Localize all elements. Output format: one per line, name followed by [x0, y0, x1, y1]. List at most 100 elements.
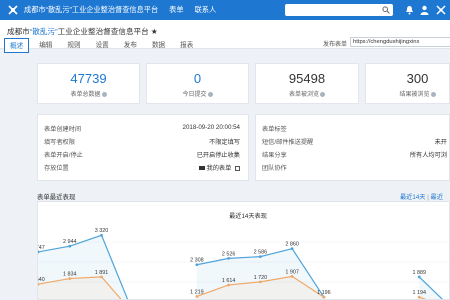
- search-icon[interactable]: [382, 6, 390, 14]
- stat-today-label: 今日提交: [147, 89, 248, 98]
- nav-forms[interactable]: 表单: [169, 5, 183, 15]
- form-title-prefix: 成都市: [7, 27, 30, 36]
- edit-icon[interactable]: [235, 165, 240, 171]
- tab-publish[interactable]: 发布: [119, 38, 142, 53]
- info-label-share: 结果分享: [262, 152, 287, 159]
- data-point[interactable]: [227, 256, 231, 260]
- info-value-notify[interactable]: 未开: [435, 137, 447, 146]
- info-value-permission[interactable]: 不限定填写: [209, 137, 240, 146]
- app-title: 成都市“散乱污”工业企业整治督查信息平台: [24, 5, 159, 14]
- data-label: 1 614: [222, 278, 236, 284]
- stat-views-label: 表单被浏览: [256, 89, 358, 98]
- stat-result-views-value: 300: [406, 71, 429, 86]
- help-icon[interactable]: [320, 91, 325, 97]
- data-point[interactable]: [417, 275, 421, 279]
- stat-result-views-label: 结果被浏览: [366, 89, 449, 98]
- data-label: 2 308: [190, 258, 204, 264]
- help-icon[interactable]: [430, 91, 436, 97]
- data-label: 1 907: [285, 269, 299, 275]
- chart-title: 最近14天表现: [229, 212, 267, 220]
- stat-views-value: 95498: [288, 71, 326, 86]
- help-icon[interactable]: [101, 91, 107, 97]
- stat-total-label-text: 表单总数据: [70, 92, 101, 98]
- data-point[interactable]: [227, 283, 231, 287]
- data-label: 1 196: [317, 290, 331, 296]
- info-value-share[interactable]: 所有人均可浏: [410, 150, 447, 159]
- tab-reports[interactable]: 报表: [175, 38, 198, 53]
- stat-card-result-views: 300 结果被浏览: [365, 63, 450, 104]
- data-label: 2 860: [285, 242, 299, 248]
- form-header: 成都市“散乱污”工业企业整治督查信息平台 ★ 概述 编辑 规则 设置 发布 数据…: [0, 20, 450, 53]
- data-point[interactable]: [290, 247, 294, 251]
- data-point[interactable]: [417, 295, 421, 299]
- info-label-status: 表单开启/停止: [44, 152, 83, 159]
- info-label-location: 存放位置: [44, 165, 69, 172]
- nav-contacts[interactable]: 联系人: [195, 5, 217, 15]
- logo-icon[interactable]: [6, 3, 20, 17]
- top-bar: 成都市“散乱污”工业企业整治督查信息平台 表单 联系人: [0, 0, 450, 20]
- info-value-status[interactable]: 已开启停止收集: [197, 150, 240, 159]
- data-label: 1 834: [63, 272, 76, 278]
- data-point[interactable]: [290, 275, 294, 278]
- form-title-suffix: 工业企业整治督查信息平台: [57, 27, 149, 36]
- address-field[interactable]: https://chengdushijingxinx: [350, 37, 450, 47]
- data-point[interactable]: [195, 295, 199, 298]
- range-links: 最近14天 | 最近: [400, 194, 443, 201]
- data-label: 3 320: [95, 228, 109, 234]
- tab-rules[interactable]: 规则: [62, 38, 85, 53]
- data-label: 2 747: [38, 245, 45, 251]
- tab-edit[interactable]: 编辑: [34, 38, 57, 53]
- range-more-link[interactable]: 最近: [431, 194, 443, 201]
- info-label-team: 团队协作: [262, 165, 287, 172]
- range-14-days-link[interactable]: 最近14天: [400, 194, 425, 201]
- tab-data[interactable]: 数据: [147, 38, 170, 53]
- info-card-right: 表单标签 短信/邮件推送提醒 未开 结果分享 所有人均可浏 团队协作: [255, 114, 450, 181]
- data-point[interactable]: [258, 255, 262, 259]
- series-area: [419, 276, 443, 299]
- tab-settings[interactable]: 设置: [91, 38, 114, 53]
- info-value-location[interactable]: 我的表单: [198, 163, 240, 172]
- chart-card: 最近14天表现 2 747 2 944 3 320 2 308 2 526 2 586 2 …: [37, 201, 450, 300]
- stat-card-total: 47739 表单总数据: [37, 63, 140, 104]
- data-label: 1 219: [190, 289, 204, 295]
- settings-icon[interactable]: [435, 4, 446, 15]
- recent-performance-title: 表单最近表现: [37, 194, 76, 201]
- line-chart: 最近14天表现 2 747 2 944 3 320 2 308 2 526 2 586 2 …: [38, 212, 449, 299]
- info-card-left: 表单创建时间 2018-09-20 20:00:54 填写者权限 不限定填写 表…: [37, 114, 249, 181]
- stat-today-label-text: 今日提交: [182, 92, 207, 98]
- stat-card-today: 0 今日提交: [146, 63, 249, 104]
- data-label: 2 944: [63, 239, 76, 245]
- stat-views-label-text: 表单被浏览: [288, 92, 319, 98]
- data-label: 2 586: [254, 250, 268, 256]
- info-label-permission: 填写者权限: [44, 139, 75, 146]
- data-point[interactable]: [195, 263, 199, 267]
- address-label: 发布表单: [323, 42, 348, 48]
- form-title: 成都市“散乱污”工业企业整治督查信息平台 ★: [7, 26, 158, 37]
- data-point[interactable]: [322, 295, 326, 299]
- form-title-quote: “散乱污”: [29, 27, 58, 36]
- user-icon[interactable]: [419, 4, 430, 15]
- info-label-created: 表单创建时间: [44, 126, 82, 133]
- stat-today-value: 0: [193, 71, 202, 86]
- data-label: 1 891: [95, 270, 109, 276]
- star-icon[interactable]: ★: [151, 27, 158, 36]
- folder-icon: [198, 166, 205, 171]
- data-label: 1 720: [254, 275, 268, 281]
- stat-total-value: 47739: [70, 71, 107, 86]
- search-input[interactable]: [285, 4, 393, 16]
- info-label-tags: 表单标签: [262, 126, 287, 133]
- stat-result-views-label-text: 结果被浏览: [399, 92, 430, 98]
- data-point[interactable]: [68, 277, 72, 280]
- help-icon[interactable]: [207, 91, 213, 97]
- stat-card-views: 95498 表单被浏览: [255, 63, 359, 104]
- data-point[interactable]: [100, 275, 103, 279]
- data-label: 1 640: [38, 277, 45, 283]
- info-value-created: 2018-09-20 20:00:54: [182, 124, 240, 131]
- tab-overview[interactable]: 概述: [4, 38, 30, 53]
- data-point[interactable]: [100, 233, 103, 237]
- tab-bar: 概述 编辑 规则 设置 发布 数据 报表: [4, 38, 203, 53]
- data-label: 1 889: [412, 270, 426, 276]
- data-point[interactable]: [258, 280, 262, 284]
- data-point[interactable]: [68, 244, 72, 248]
- bell-icon[interactable]: [404, 4, 415, 15]
